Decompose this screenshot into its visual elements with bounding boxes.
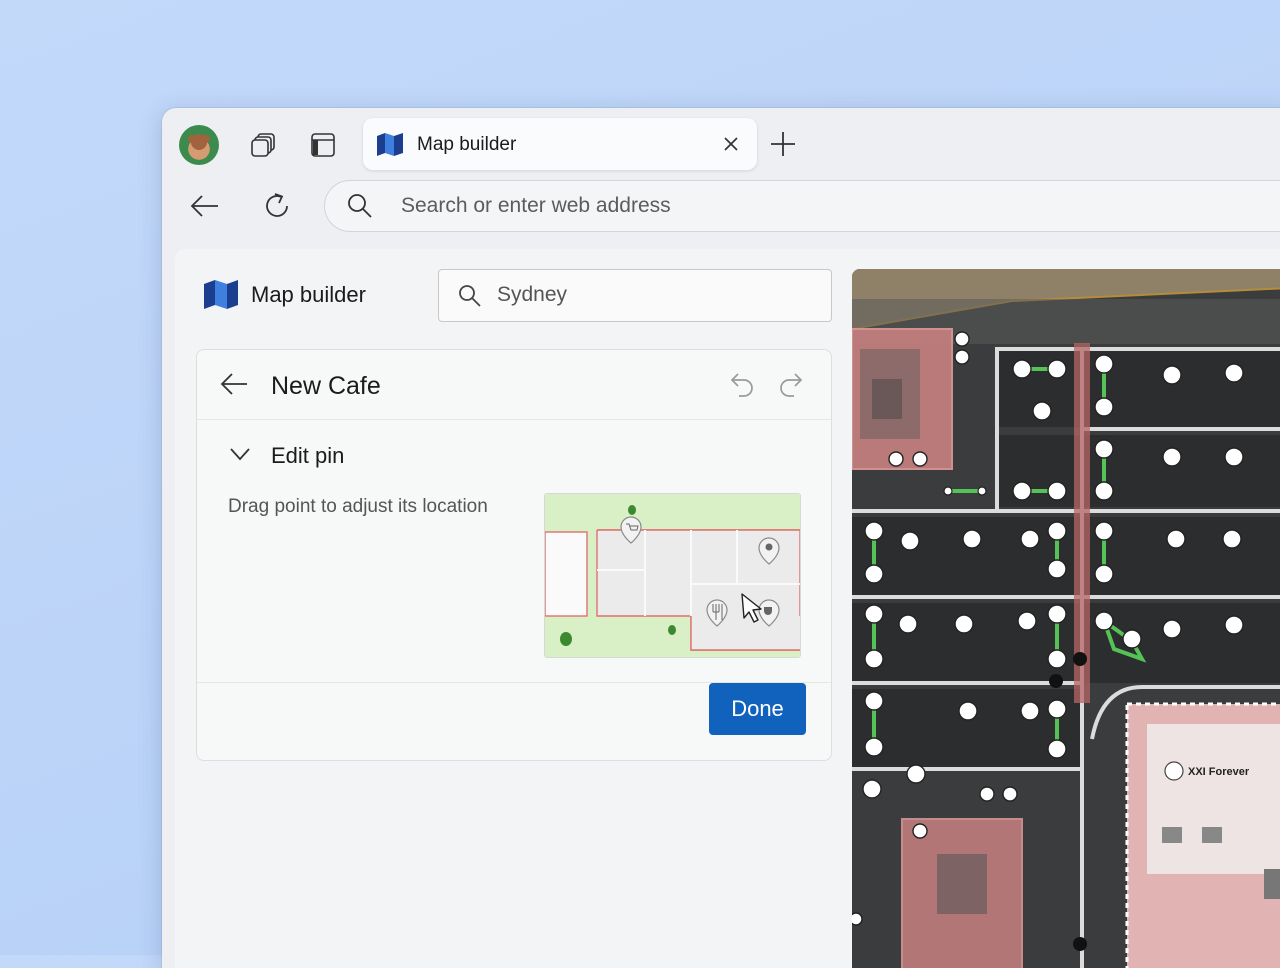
panel-title: New Cafe	[271, 372, 381, 400]
done-button[interactable]: Done	[709, 683, 806, 735]
section-title: Edit pin	[271, 443, 345, 468]
undo-icon[interactable]	[727, 369, 755, 404]
close-icon[interactable]	[719, 132, 743, 156]
store-label: XXI Forever	[1188, 766, 1250, 778]
chevron-down-icon[interactable]	[228, 446, 252, 467]
page-content: Map builder Sydney New Cafe Edit pin Dra…	[175, 249, 1280, 968]
edit-panel: New Cafe Edit pin Drag point to adjust i…	[196, 349, 832, 761]
back-arrow-icon[interactable]	[189, 190, 221, 222]
browser-window: Map builder Search or enter web address	[162, 108, 1280, 968]
map-canvas[interactable]: XXI Forever	[852, 269, 1280, 968]
location-search-input[interactable]: Sydney	[438, 269, 832, 322]
hint-text: Drag point to adjust its location	[228, 496, 488, 517]
search-value: Sydney	[497, 283, 568, 306]
pin-preview-map[interactable]	[544, 493, 801, 658]
tab-actions-icon[interactable]	[309, 131, 337, 159]
map-logo-icon	[376, 132, 404, 161]
refresh-icon[interactable]	[261, 190, 293, 222]
back-arrow-icon[interactable]	[219, 370, 249, 403]
profile-avatar[interactable]	[179, 125, 219, 165]
search-icon	[347, 193, 373, 224]
tab-title: Map builder	[417, 134, 517, 155]
plus-icon[interactable]	[769, 130, 797, 163]
address-placeholder: Search or enter web address	[401, 194, 671, 217]
redo-icon[interactable]	[778, 369, 806, 404]
map-logo-icon	[203, 279, 239, 314]
tab-map-builder[interactable]: Map builder	[363, 118, 757, 170]
search-icon	[458, 284, 482, 313]
workspaces-icon[interactable]	[250, 131, 278, 159]
address-bar[interactable]: Search or enter web address	[324, 180, 1280, 232]
app-title: Map builder	[251, 282, 366, 307]
